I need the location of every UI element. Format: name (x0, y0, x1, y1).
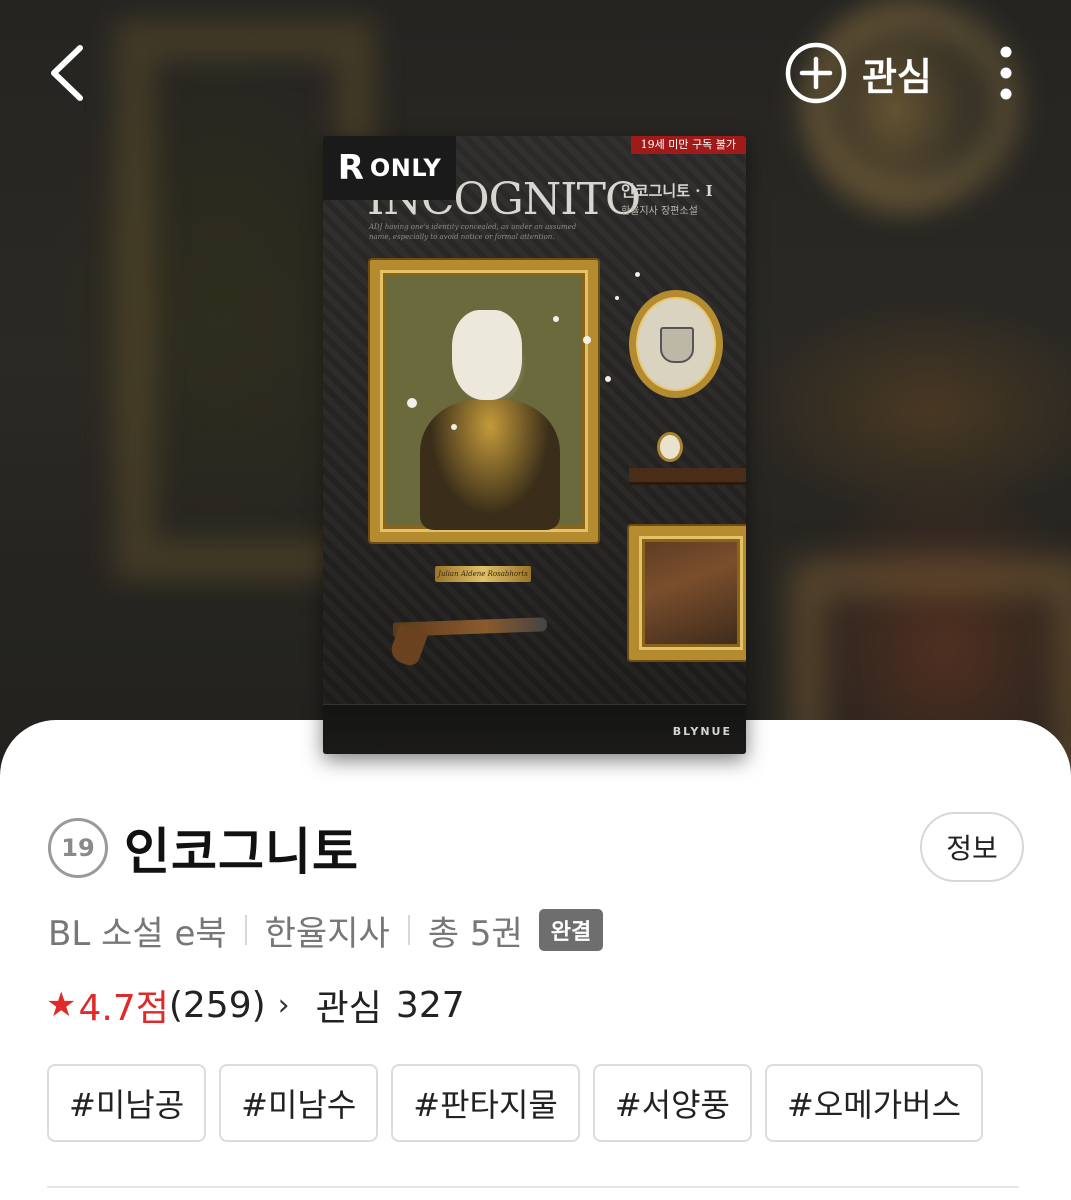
rating-row: ★ 4.7점 (259) › 관심 327 (46, 980, 465, 1030)
cover-portrait-face (452, 310, 522, 400)
cover-small-frame (629, 526, 746, 660)
tag-chip[interactable]: #판타지물 (391, 1064, 580, 1142)
paint-splat (605, 376, 611, 382)
plus-circle-icon (785, 42, 847, 104)
section-divider (47, 1186, 1019, 1188)
r-only-badge-r: R (337, 148, 364, 188)
keyword-tags: #미남공 #미남수 #판타지물 #서양풍 #오메가버스 (47, 1064, 996, 1142)
favorite-label: 관심 (862, 54, 932, 99)
back-button[interactable] (40, 38, 100, 108)
paint-splat (451, 424, 457, 430)
cover-oval-frame (629, 290, 723, 398)
cover-title-ko: 인코그니토 · I (621, 182, 713, 200)
cover-portrait-body (420, 400, 560, 530)
chevron-left-icon (51, 45, 83, 101)
age-rating-badge: 19 (48, 818, 108, 878)
cover-plaque: Julian Aldene Rosabhorts (435, 566, 531, 582)
paint-splat (553, 316, 559, 322)
completion-badge: 완결 (538, 909, 604, 951)
volume-count: 총 5권 (427, 913, 523, 954)
cover-author-line: 한율지사 장편소설 (621, 206, 698, 217)
tag-chip[interactable]: #오메가버스 (765, 1064, 984, 1142)
chevron-right-icon[interactable]: › (278, 988, 290, 1023)
kebab-menu-icon (1000, 46, 1012, 100)
title-row: 19 인코그니토 (48, 816, 359, 881)
favorite-count-label: 관심 (315, 988, 382, 1029)
cover-description: ADJ having one's identity concealed, as … (369, 223, 577, 241)
r-only-badge: R ONLY (323, 136, 456, 200)
paint-splat (583, 336, 591, 344)
favorite-count: 327 (395, 984, 465, 1026)
tag-chip[interactable]: #미남수 (219, 1064, 379, 1142)
favorite-button[interactable]: 관심 (784, 40, 932, 106)
r-only-badge-text: ONLY (369, 154, 442, 182)
genre-label[interactable]: BL 소설 e북 (48, 906, 227, 955)
rating-count[interactable]: (259) (169, 985, 266, 1026)
paint-splat (407, 398, 417, 408)
book-cover[interactable]: R ONLY 19세 미만 구독 불가 INCOGNITO 인코그니토 · I … (323, 136, 746, 754)
clock-icon (657, 432, 683, 462)
tag-chip[interactable]: #미남공 (47, 1064, 207, 1142)
cover-shelf (629, 468, 746, 482)
info-button[interactable]: 정보 (920, 812, 1024, 882)
rating-score[interactable]: 4.7점 (78, 979, 168, 1031)
cover-age-notice: 19세 미만 구독 불가 (630, 136, 746, 154)
tag-chip[interactable]: #서양풍 (592, 1064, 752, 1142)
paint-splat (635, 272, 640, 277)
cover-portrait-frame (370, 260, 598, 542)
paint-splat (615, 296, 619, 300)
book-meta: BL 소설 e북 한율지사 총 5권 완결 (48, 904, 604, 956)
crest-icon (660, 327, 694, 363)
more-options-button[interactable] (986, 42, 1026, 108)
meta-divider (407, 915, 410, 945)
author-label[interactable]: 한율지사 (265, 906, 390, 955)
star-icon: ★ (46, 985, 77, 1025)
book-title: 인코그니토 (124, 823, 359, 881)
cover-publisher: BLYNUE (672, 725, 732, 738)
meta-divider (244, 915, 247, 945)
